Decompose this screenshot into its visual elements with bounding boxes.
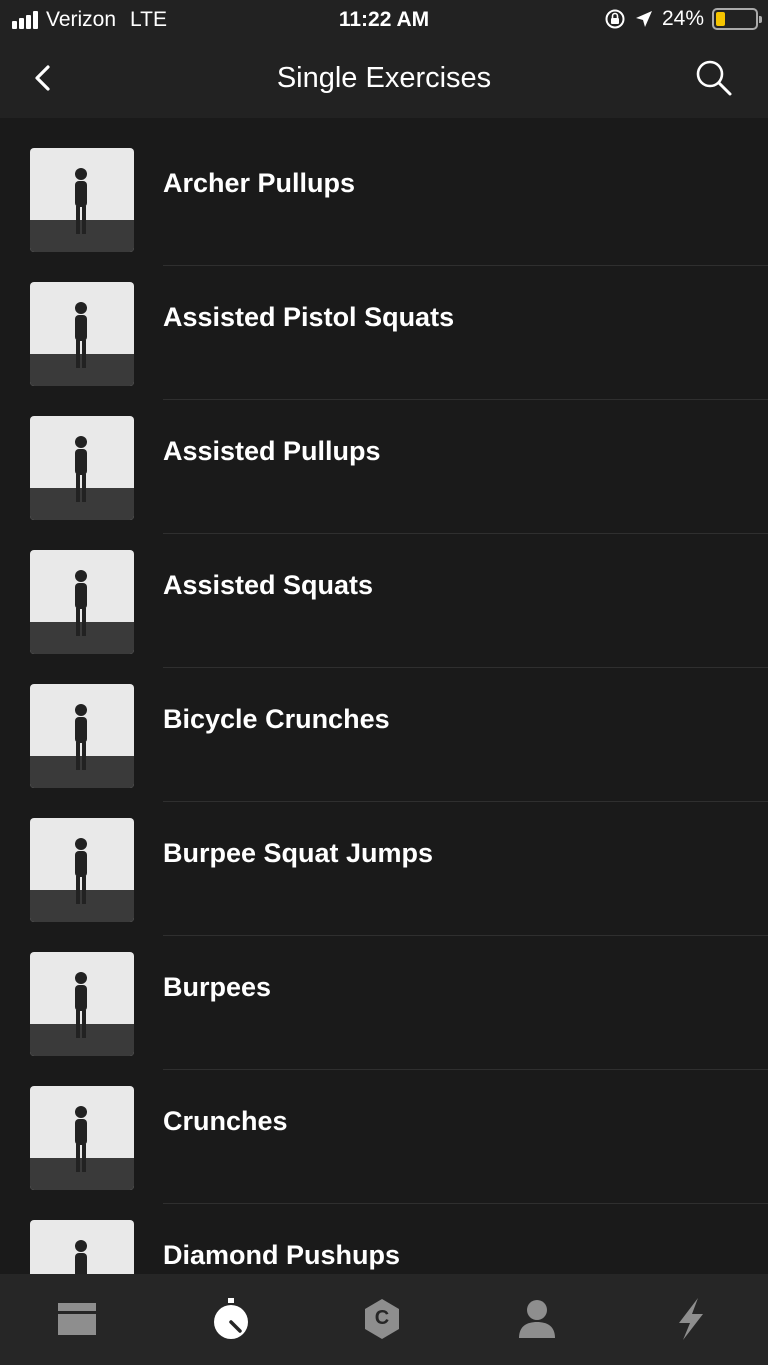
list-item[interactable]: Assisted Pistol Squats <box>0 252 768 400</box>
athlete-figure-icon <box>75 838 87 904</box>
athlete-figure-icon <box>75 972 87 1038</box>
location-arrow-icon <box>635 11 652 27</box>
athlete-figure-icon <box>75 704 87 770</box>
athlete-figure-icon <box>75 1240 87 1274</box>
exercise-list[interactable]: Archer Pullups Assisted Pistol Squats As… <box>0 118 768 1274</box>
tab-workouts[interactable] <box>54 1296 100 1342</box>
exercise-thumbnail <box>30 148 134 252</box>
status-bar: Verizon LTE 11:22 AM 24% <box>0 0 768 40</box>
tab-stopwatch[interactable] <box>208 1296 254 1342</box>
battery-percent: 24% <box>661 7 704 30</box>
orientation-lock-icon <box>605 9 625 29</box>
exercise-thumbnail <box>30 416 134 520</box>
athlete-figure-icon <box>75 570 87 636</box>
exercise-thumbnail <box>30 550 134 654</box>
exercise-name: Assisted Squats <box>163 570 374 600</box>
page-title: Single Exercises <box>276 62 492 94</box>
athlete-figure-icon <box>75 168 87 234</box>
exercise-thumbnail <box>30 684 134 788</box>
tab-coach[interactable]: C <box>359 1296 405 1342</box>
lightning-icon <box>679 1298 703 1340</box>
list-item[interactable]: Archer Pullups <box>0 118 768 266</box>
exercise-thumbnail <box>30 282 134 386</box>
profile-icon <box>519 1300 555 1338</box>
exercise-thumbnail <box>30 952 134 1056</box>
exercise-name: Crunches <box>163 1106 288 1136</box>
search-icon[interactable] <box>694 58 734 98</box>
list-item[interactable]: Assisted Pullups <box>0 386 768 534</box>
coach-letter: C <box>374 1307 390 1329</box>
exercise-thumbnail <box>30 818 134 922</box>
exercise-thumbnail <box>30 1086 134 1190</box>
list-item[interactable]: Bicycle Crunches <box>0 654 768 802</box>
exercise-name: Bicycle Crunches <box>163 704 390 734</box>
workouts-icon <box>58 1303 96 1335</box>
status-right: 24% <box>604 7 762 31</box>
battery-fill <box>716 12 726 26</box>
tab-bar: C <box>0 1274 768 1365</box>
tab-activity[interactable] <box>668 1296 714 1342</box>
athlete-figure-icon <box>75 436 87 502</box>
list-item[interactable]: Burpee Squat Jumps <box>0 788 768 936</box>
exercise-name: Archer Pullups <box>163 168 356 198</box>
list-item[interactable]: Diamond Pushups <box>0 1190 768 1274</box>
athlete-figure-icon <box>75 302 87 368</box>
tab-profile[interactable] <box>514 1296 560 1342</box>
list-item[interactable]: Crunches <box>0 1056 768 1204</box>
stopwatch-icon <box>214 1298 248 1339</box>
exercise-name: Diamond Pushups <box>163 1240 401 1270</box>
exercise-name: Assisted Pullups <box>163 436 381 466</box>
exercise-name: Assisted Pistol Squats <box>163 302 455 332</box>
chevron-left-icon[interactable] <box>26 60 62 96</box>
exercise-name: Burpees <box>163 972 272 1002</box>
list-item[interactable]: Burpees <box>0 922 768 1070</box>
athlete-figure-icon <box>75 1106 87 1172</box>
nav-bar: Single Exercises <box>0 40 768 118</box>
exercise-name: Burpee Squat Jumps <box>163 838 434 868</box>
battery-icon <box>712 8 762 30</box>
list-item[interactable]: Assisted Squats <box>0 520 768 668</box>
exercise-thumbnail <box>30 1220 134 1274</box>
